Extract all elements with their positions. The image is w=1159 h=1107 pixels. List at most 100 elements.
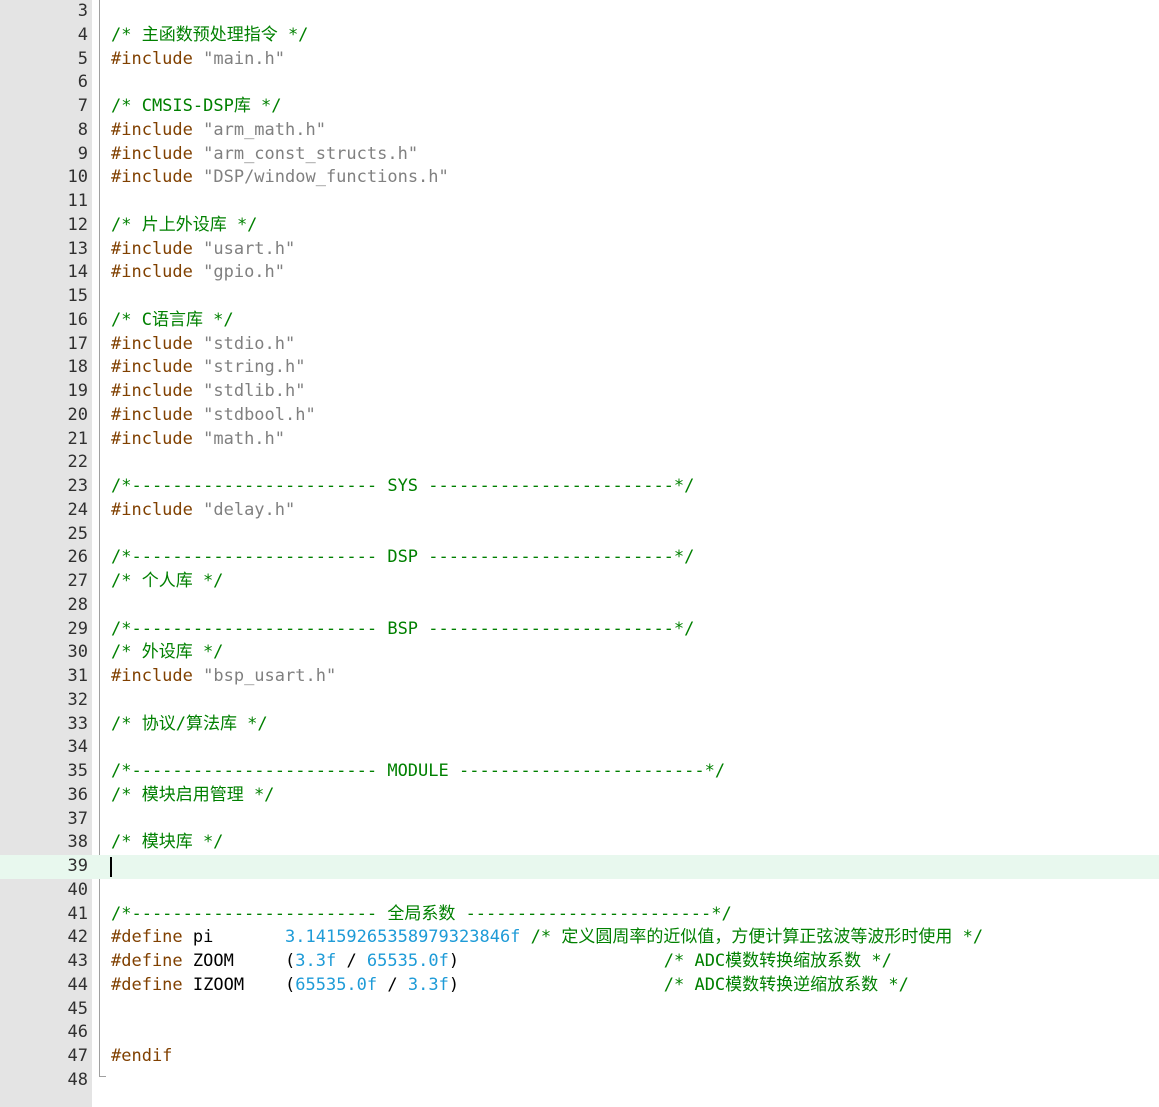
code-line[interactable]: 26 /*------------------------ DSP -------… [0, 546, 1159, 570]
code-line[interactable]: 35 /*------------------------ MODULE ----… [0, 760, 1159, 784]
line-text: #include "stdbool.h" [111, 404, 316, 428]
token-pre: #include [111, 404, 204, 425]
code-line[interactable]: 27 /* 个人库 */ [0, 570, 1159, 594]
line-text: /* C语言库 */ [111, 309, 234, 333]
code-line[interactable]: 5 #include "main.h" [0, 48, 1159, 72]
token-pre: #include [111, 48, 204, 69]
code-line[interactable]: 9 #include "arm_const_structs.h" [0, 143, 1159, 167]
code-line[interactable]: 36 /* 模块启用管理 */ [0, 784, 1159, 808]
line-number: 40 [67, 879, 88, 900]
code-line[interactable]: 43 #define ZOOM (3.3f / 65535.0f) /* ADC模… [0, 950, 1159, 974]
token-str: "arm_math.h" [203, 119, 326, 140]
code-line[interactable]: 37 [0, 808, 1159, 832]
token-pre: #include [111, 238, 204, 259]
code-line[interactable]: 31 #include "bsp_usart.h" [0, 665, 1159, 689]
code-line[interactable]: 38 /* 模块库 */ [0, 831, 1159, 855]
token-num: 3.3f [407, 974, 449, 995]
code-line[interactable]: 13 #include "usart.h" [0, 238, 1159, 262]
code-line[interactable]: 33 /* 协议/算法库 */ [0, 713, 1159, 737]
line-number: 9 [77, 143, 88, 164]
code-line[interactable]: 25 [0, 523, 1159, 547]
token-num: 3.14159265358979323846f [285, 927, 521, 948]
line-number: 32 [67, 689, 88, 710]
code-line[interactable]: 21 #include "math.h" [0, 428, 1159, 452]
line-number: 43 [67, 951, 88, 971]
code-line[interactable]: 41 /*------------------------ 全局系数 ------… [0, 903, 1159, 927]
line-number: 20 [67, 404, 88, 425]
line-text: #include "DSP/window_functions.h" [111, 166, 449, 190]
line-number: 10 [67, 167, 88, 188]
line-text: /* 协议/算法库 */ [111, 713, 268, 737]
code-line[interactable]: 18 #include "string.h" [0, 356, 1159, 380]
code-line[interactable]: 3 [0, 0, 1159, 24]
code-line[interactable]: 23 /*------------------------ SYS -------… [0, 475, 1159, 499]
code-line[interactable]: 14 #include "gpio.h" [0, 261, 1159, 285]
token-plain: ) [448, 951, 664, 971]
token-comment: /* 模块启用管理 */ [111, 784, 275, 805]
code-line[interactable]: 10 #include "DSP/window_functions.h" [0, 166, 1159, 190]
code-line[interactable]: 15 [0, 285, 1159, 309]
code-line[interactable]: 42 #define pi 3.14159265358979323846f /* … [0, 926, 1159, 950]
code-line[interactable]: 29 /*------------------------ BSP -------… [0, 618, 1159, 642]
code-line[interactable]: 17 #include "stdio.h" [0, 333, 1159, 357]
code-line[interactable]: 39 [0, 855, 1159, 879]
token-num: 3.3f [295, 951, 337, 971]
line-number: 33 [67, 713, 88, 734]
line-text: /* 个人库 */ [111, 570, 223, 594]
line-text: #include "stdio.h" [111, 333, 295, 357]
token-comment: /* CMSIS-DSP库 */ [111, 96, 282, 116]
code-line[interactable]: 16 /* C语言库 */ [0, 309, 1159, 333]
code-line[interactable]: 6 [0, 71, 1159, 95]
code-line[interactable]: 44 #define IZOOM (65535.0f / 3.3f) /* ADC… [0, 974, 1159, 998]
line-number: 46 [67, 1022, 88, 1043]
token-plain: ) [448, 974, 664, 995]
token-pre: #include [111, 357, 204, 378]
line-text: /* 模块启用管理 */ [111, 784, 274, 808]
line-number: 31 [67, 666, 88, 686]
code-line[interactable]: 11 [0, 190, 1159, 214]
code-line[interactable]: 47 #endif [0, 1045, 1159, 1069]
line-number: 5 [77, 48, 88, 69]
line-number: 19 [67, 381, 88, 401]
token-num: 65535.0f [295, 974, 378, 995]
line-text: /*------------------------ BSP ---------… [111, 618, 694, 642]
code-line[interactable]: 8 #include "arm_math.h" [0, 119, 1159, 143]
token-pre: #define [111, 951, 193, 971]
token-comment: /* ADC模数转换缩放系数 */ [663, 951, 892, 971]
code-editor[interactable]: 3 4/* 主函数预处理指令 */5 #include "main.h" 6 7/* C… [0, 0, 1159, 1107]
line-number: 17 [67, 333, 88, 354]
code-line[interactable]: 45 [0, 998, 1159, 1022]
code-line[interactable]: 19 #include "stdlib.h" [0, 380, 1159, 404]
token-comment: /* C语言库 */ [111, 309, 234, 330]
code-line[interactable]: 30 /* 外设库 */ [0, 641, 1159, 665]
line-number: 28 [67, 594, 88, 615]
token-str: "main.h" [203, 48, 286, 69]
line-number: 44 [67, 974, 88, 995]
code-line[interactable]: 24 #include "delay.h" [0, 499, 1159, 523]
token-pre: #include [111, 381, 204, 401]
line-number: 47 [67, 1046, 88, 1066]
code-line[interactable]: 28 [0, 594, 1159, 618]
token-plain: / [336, 951, 367, 971]
code-line[interactable]: 46 [0, 1021, 1159, 1045]
code-line[interactable]: 48 [0, 1069, 1159, 1093]
code-line[interactable]: 20 #include "stdbool.h" [0, 404, 1159, 428]
token-comment: /*------------------------ SYS ---------… [111, 476, 695, 496]
line-number: 14 [67, 262, 88, 283]
line-number: 6 [77, 72, 88, 93]
code-line[interactable]: 40 [0, 879, 1159, 903]
token-comment: /* 模块库 */ [111, 832, 224, 853]
token-str: "stdlib.h" [203, 381, 306, 401]
line-text: #include "usart.h" [111, 238, 295, 262]
code-line[interactable]: 7 /* CMSIS-DSP库 */ [0, 95, 1159, 119]
code-line[interactable]: 12 /* 片上外设库 */ [0, 214, 1159, 238]
token-pre: #define [111, 974, 193, 995]
line-number: 36 [67, 784, 88, 805]
code-line[interactable]: 4 /* 主函数预处理指令 */ [0, 24, 1159, 48]
line-text: /*------------------------ SYS ---------… [111, 475, 694, 499]
code-line[interactable]: 34 [0, 736, 1159, 760]
line-number: 27 [67, 571, 88, 591]
code-line[interactable]: 22 [0, 451, 1159, 475]
code-line[interactable]: 32 [0, 689, 1159, 713]
